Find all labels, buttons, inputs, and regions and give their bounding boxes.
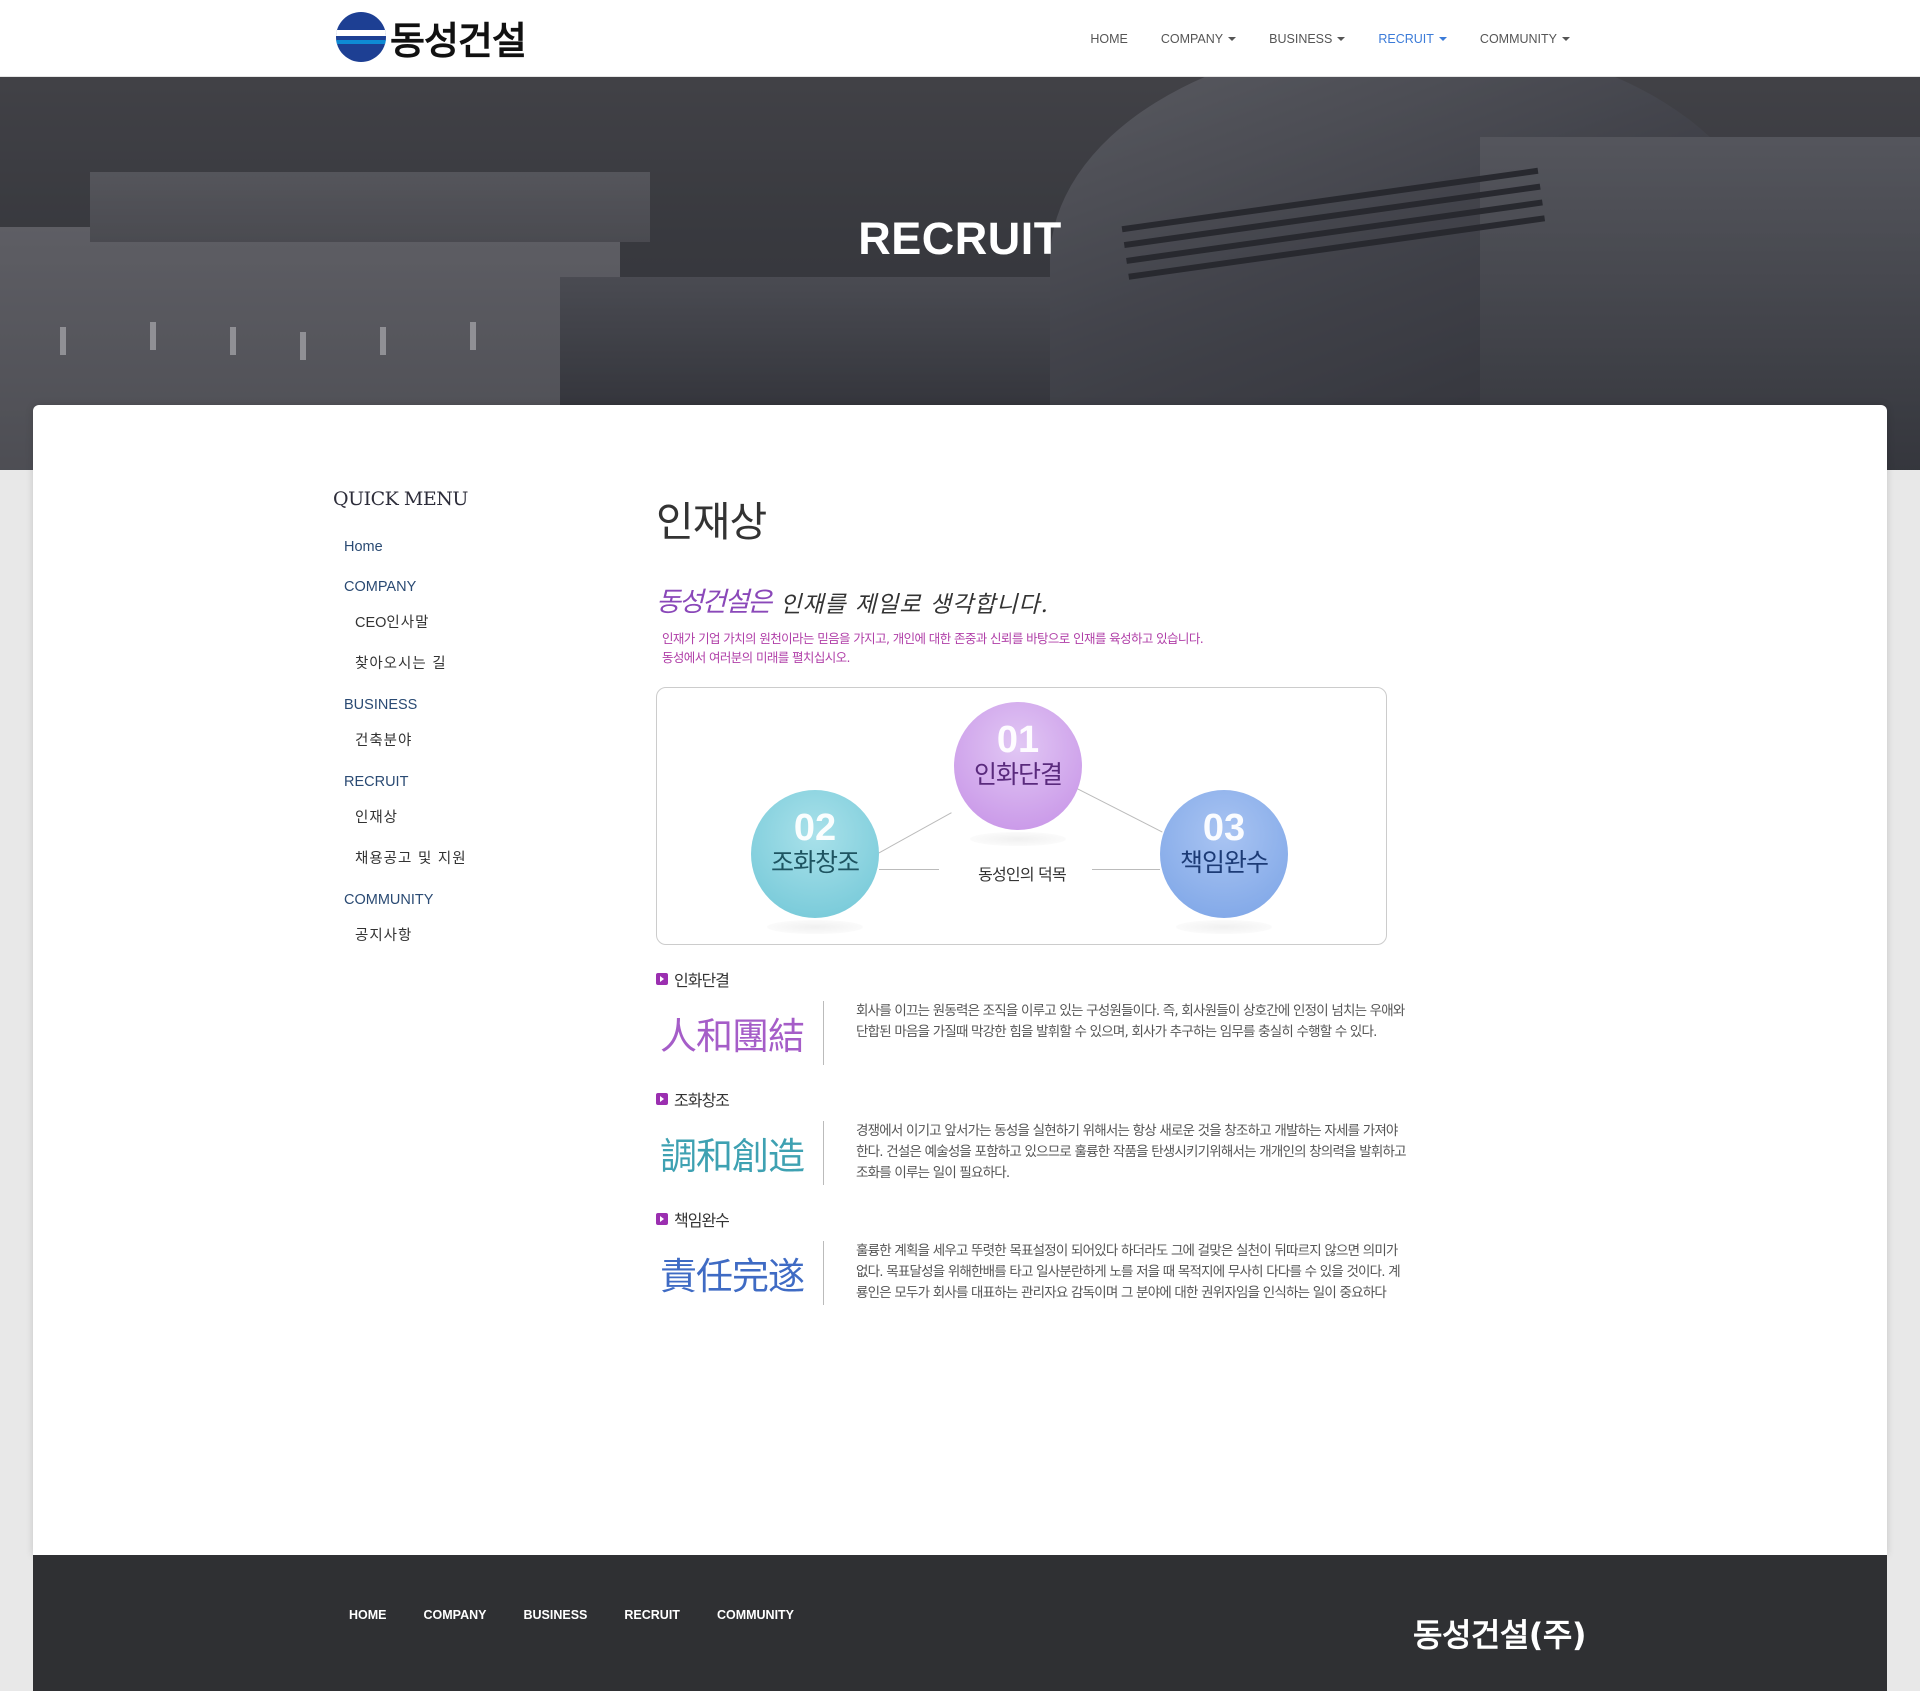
section-text: 경쟁에서 이기고 앞서가는 동성을 실현하기 위해서는 항상 새로운 것을 창조… [856, 1123, 1406, 1181]
virtue-name: 조화창조 [770, 848, 860, 877]
nav-business[interactable]: BUSINESS [1269, 31, 1346, 46]
bullet-arrow-icon [656, 1093, 668, 1105]
footer-link-home[interactable]: HOME [349, 1608, 387, 1622]
site-footer: HOME COMPANY BUSINESS RECRUIT COMMUNITY … [33, 1555, 1887, 1691]
caret-down-icon [1228, 36, 1237, 41]
caret-down-icon [1562, 36, 1570, 41]
section-heading: 책임완수 [656, 1207, 1406, 1231]
nav-company[interactable]: COMPANY [1160, 31, 1237, 46]
circle-reflection [1176, 920, 1272, 934]
quick-link-map[interactable]: 찾아오시는 길 [355, 655, 613, 696]
quick-link-community[interactable]: COMMUNITY [344, 891, 613, 927]
section-heading: 인화단결 [656, 967, 1406, 991]
virtue-section-2: 조화창조 調和創造 경쟁에서 이기고 앞서가는 동성을 실현하기 위해서는 항상… [656, 1087, 1406, 1185]
nav-community[interactable]: COMMUNITY [1480, 32, 1570, 46]
quick-link-jobs[interactable]: 채용공고 및 지원 [355, 850, 613, 891]
virtue-circle-3: 03 책임완수 [1160, 790, 1288, 918]
virtue-circle-2: 02 조화창조 [751, 790, 879, 918]
section-hanja: 人和團結 [656, 1001, 824, 1065]
nav-recruit-label: RECRUIT [1378, 31, 1434, 46]
connector-line [1076, 788, 1163, 833]
circle-reflection [767, 920, 863, 934]
connector-line [879, 869, 939, 870]
section-text: 훌륭한 계획을 세우고 뚜렷한 목표설정이 되어있다 하더라도 그에 걸맞은 실… [856, 1243, 1401, 1301]
nav-recruit[interactable]: RECRUIT [1378, 32, 1447, 46]
logo-text: 동성건설 [390, 18, 527, 63]
quick-link-home[interactable]: Home [344, 538, 613, 578]
section-text: 회사를 이끄는 원동력은 조직을 이루고 있는 구성원들이다. 즉, 회사원들이… [856, 1003, 1405, 1040]
top-navbar: 동성건설 HOME COMPANY BUSINESS RECRUIT COMMU… [0, 0, 1920, 77]
virtue-circle-1: 01 인화단결 [954, 702, 1082, 830]
lead-description: 인재가 기업 가치의 원천이라는 믿음을 가지고, 개인에 대한 존중과 신뢰를… [662, 629, 1406, 667]
footer-link-community[interactable]: COMMUNITY [717, 1608, 794, 1622]
virtue-section-1: 인화단결 人和團結 회사를 이끄는 원동력은 조직을 이루고 있는 구성원들이다… [656, 967, 1406, 1065]
caret-down-icon [1337, 36, 1346, 41]
footer-brand: 동성건설(주) [1413, 1616, 1586, 1654]
footer-nav: HOME COMPANY BUSINESS RECRUIT COMMUNITY [349, 1608, 831, 1622]
section-title: 인화단결 [674, 971, 730, 990]
virtue-name: 인화단결 [973, 760, 1063, 789]
footer-link-company[interactable]: COMPANY [424, 1608, 487, 1622]
bullet-arrow-icon [656, 1213, 668, 1225]
quick-menu-title: QUICK MENU [333, 488, 468, 510]
section-body: 責任完遂 훌륭한 계획을 세우고 뚜렷한 목표설정이 되어있다 하더라도 그에 … [656, 1241, 1406, 1305]
quick-link-company[interactable]: COMPANY [344, 578, 613, 614]
section-hanja: 調和創造 [656, 1121, 824, 1185]
quick-menu: QUICK MENU Home COMPANY CEO인사말 찾아오시는 길 B… [333, 488, 613, 968]
footer-link-business[interactable]: BUSINESS [523, 1608, 587, 1622]
hero-title: RECRUIT [858, 213, 1062, 264]
brand-logo[interactable]: 동성건설 [336, 12, 527, 63]
page-title: 인재상 [656, 498, 767, 546]
footer-link-recruit[interactable]: RECRUIT [624, 1608, 680, 1622]
nav-community-label: COMMUNITY [1479, 31, 1557, 46]
diagram-center-label: 동성인의 덕목 [978, 865, 1067, 884]
quick-link-notice[interactable]: 공지사항 [355, 927, 613, 968]
nav-home[interactable]: HOME [1090, 32, 1128, 46]
logo-mark-icon [336, 12, 386, 62]
main-nav: HOME COMPANY BUSINESS RECRUIT COMMUNITY [1057, 0, 1570, 77]
lead-desc-line-2: 동성에서 여러분의 미래를 펼치십시오. [662, 650, 851, 665]
nav-home-label: HOME [1090, 31, 1128, 46]
quick-link-ceo[interactable]: CEO인사말 [355, 614, 613, 655]
quick-link-recruit[interactable]: RECRUIT [344, 773, 613, 809]
lead-handwriting: 인재를 제일로 생각합니다. [780, 592, 1049, 618]
section-hanja: 責任完遂 [656, 1241, 824, 1305]
circle-reflection [970, 832, 1066, 846]
connector-line [876, 812, 952, 855]
nav-business-label: BUSINESS [1269, 31, 1333, 46]
main-content: 인재상 동성건설은 인재를 제일로 생각합니다. 인재가 기업 가치의 원천이라… [656, 488, 1406, 1305]
lead-desc-line-1: 인재가 기업 가치의 원천이라는 믿음을 가지고, 개인에 대한 존중과 신뢰를… [662, 631, 1204, 646]
section-body: 人和團結 회사를 이끄는 원동력은 조직을 이루고 있는 구성원들이다. 즉, … [656, 1001, 1406, 1065]
virtue-section-3: 책임완수 責任完遂 훌륭한 계획을 세우고 뚜렷한 목표설정이 되어있다 하더라… [656, 1207, 1406, 1305]
virtue-number: 03 [1202, 807, 1246, 849]
section-title: 책임완수 [674, 1211, 730, 1230]
virtue-number: 02 [793, 807, 837, 849]
quick-link-ceo-prefix: CEO [355, 615, 387, 631]
section-heading: 조화창조 [656, 1087, 1406, 1111]
nav-company-label: COMPANY [1160, 31, 1224, 46]
section-body: 調和創造 경쟁에서 이기고 앞서가는 동성을 실현하기 위해서는 항상 새로운 … [656, 1121, 1406, 1185]
virtue-number: 01 [996, 719, 1040, 761]
quick-link-ceo-label: 인사말 [386, 615, 430, 631]
connector-line [1092, 869, 1160, 870]
caret-down-icon [1438, 36, 1447, 41]
bullet-arrow-icon [656, 973, 668, 985]
section-title: 조화창조 [674, 1091, 730, 1110]
quick-link-business[interactable]: BUSINESS [344, 696, 613, 732]
lead-company: 동성건설은 [656, 587, 772, 618]
quick-link-architecture[interactable]: 건축분야 [355, 732, 613, 773]
quick-link-talent[interactable]: 인재상 [355, 809, 613, 850]
virtue-diagram: 01 인화단결 02 조화창조 03 책임완수 동성인의 덕목 [656, 687, 1387, 945]
virtue-name: 책임완수 [1179, 848, 1269, 877]
lead-heading: 동성건설은 인재를 제일로 생각합니다. [656, 580, 1406, 619]
